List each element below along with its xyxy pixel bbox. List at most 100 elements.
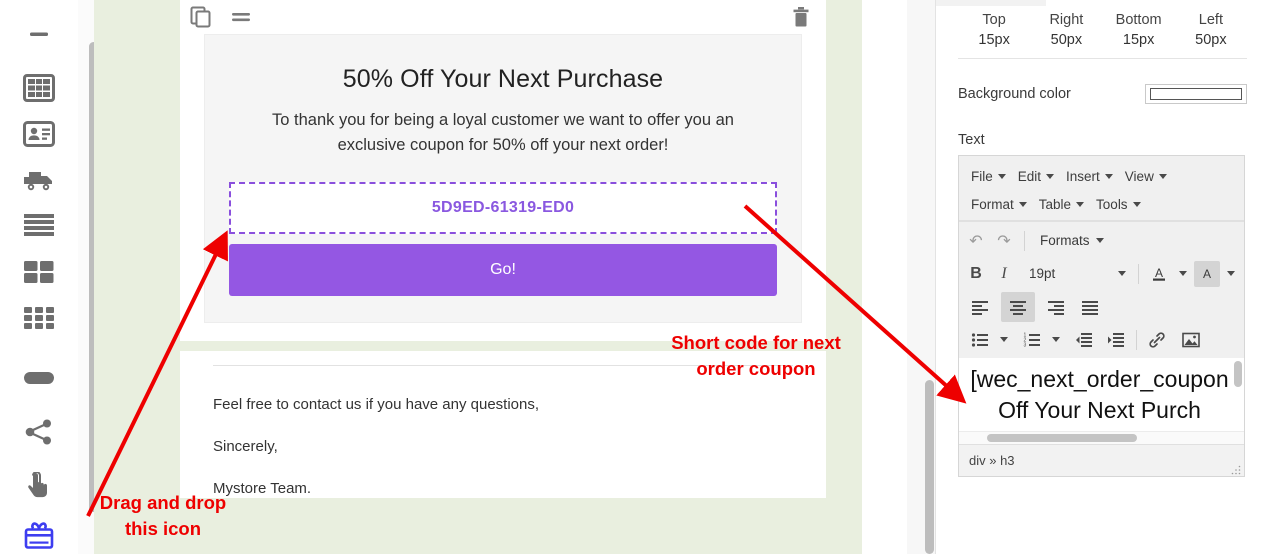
chevron-down-icon <box>1018 201 1027 207</box>
block-palette-sidebar <box>0 0 78 554</box>
chevron-down-icon <box>1076 201 1085 207</box>
editor-menubar-row-1: File Edit Insert View <box>967 162 1240 190</box>
padding-left-value: 50px <box>1195 32 1227 48</box>
editor-menubar: File Edit Insert View Format Table Tools <box>959 156 1244 221</box>
coupon-go-button[interactable]: Go! <box>229 244 777 296</box>
formats-dropdown[interactable]: Formats <box>1032 233 1104 248</box>
toolbar-row-3 <box>963 290 1240 323</box>
grid-four-icon[interactable] <box>19 254 59 290</box>
font-size-dropdown-icon[interactable] <box>1113 261 1131 287</box>
copy-icon[interactable] <box>190 6 212 33</box>
chevron-down-icon <box>1095 238 1104 243</box>
menu-view[interactable]: View <box>1121 167 1175 186</box>
background-color-swatch-inner <box>1150 88 1242 100</box>
menu-format-label: Format <box>971 196 1014 212</box>
padding-top-value: 15px <box>978 32 1010 48</box>
align-right-button[interactable] <box>1043 294 1069 320</box>
resize-grip-icon[interactable] <box>1231 463 1241 475</box>
email-text-block[interactable]: Feel free to contact us if you have any … <box>180 365 826 498</box>
contact-card-icon[interactable] <box>19 116 59 152</box>
menu-tools[interactable]: Tools <box>1092 195 1149 214</box>
menu-table[interactable]: Table <box>1035 195 1092 214</box>
coupon-code-text: 5D9ED-61319-ED0 <box>431 199 575 216</box>
grid-nine-icon[interactable] <box>19 300 59 336</box>
menu-table-label: Table <box>1038 196 1072 212</box>
coupon-gift-card-icon[interactable] <box>19 518 59 554</box>
italic-button[interactable]: I <box>991 261 1017 287</box>
svg-text:A: A <box>1203 267 1211 281</box>
shipping-truck-icon[interactable] <box>19 162 59 198</box>
bullet-list-button[interactable] <box>967 327 993 353</box>
font-size-value[interactable]: 19pt <box>1019 266 1111 281</box>
numbered-list-dropdown-icon[interactable] <box>1047 327 1065 353</box>
chevron-down-icon <box>1046 173 1055 179</box>
editor-vertical-scrollbar[interactable] <box>1234 361 1242 387</box>
padding-left[interactable]: Left 50px <box>1175 10 1247 50</box>
editor-toolbar: ↶ ↷ Formats B I 19pt A A 1 2 3 <box>959 221 1244 358</box>
insert-image-icon[interactable] <box>1178 327 1204 353</box>
editor-element-path[interactable]: div » h3 <box>969 453 1015 468</box>
button-icon[interactable] <box>19 360 59 396</box>
editor-horizontal-scroll-track <box>959 431 1244 444</box>
divider-icon[interactable] <box>19 16 59 52</box>
background-color-swatch[interactable] <box>1145 84 1247 104</box>
page-vertical-scrollbar[interactable] <box>925 380 934 554</box>
menu-edit[interactable]: Edit <box>1014 167 1062 186</box>
editor-content-area[interactable]: [wec_next_order_coupon Off Your Next Pur… <box>959 358 1244 431</box>
padding-left-label: Left <box>1198 12 1223 28</box>
menu-insert[interactable]: Insert <box>1062 167 1121 186</box>
menu-edit-label: Edit <box>1017 168 1042 184</box>
editor-horizontal-scrollbar[interactable] <box>987 434 1137 442</box>
email-builder-screen: 50% Off Your Next Purchase To thank you … <box>0 0 1269 554</box>
numbered-list-button[interactable]: 1 2 3 <box>1019 327 1045 353</box>
align-justify-button[interactable] <box>1077 294 1103 320</box>
trash-icon[interactable] <box>792 6 810 33</box>
bullet-list-dropdown-icon[interactable] <box>995 327 1013 353</box>
background-color-dropdown-icon[interactable] <box>1222 261 1240 287</box>
align-center-button[interactable] <box>1001 291 1035 322</box>
bold-button[interactable]: B <box>963 261 989 287</box>
padding-right-value: 50px <box>1050 32 1083 48</box>
sheet-spacer <box>180 323 826 341</box>
align-left-button[interactable] <box>967 294 993 320</box>
svg-text:3: 3 <box>1024 342 1027 347</box>
settings-panel: Top 15px Right 50px Bottom 15px Left 50p… <box>935 0 1269 554</box>
email-body-line-2: Sincerely, <box>213 438 278 455</box>
share-icon[interactable] <box>19 414 59 450</box>
menu-file[interactable]: File <box>967 167 1014 186</box>
menu-format[interactable]: Format <box>967 195 1035 214</box>
panel-tab-strip <box>936 0 1046 6</box>
coupon-code-box[interactable]: 5D9ED-61319-ED0 <box>229 182 777 234</box>
editor-content-line-1: [wec_next_order_coupon <box>970 366 1229 392</box>
menu-file-label: File <box>971 168 993 184</box>
email-body-line-3: Mystore Team. <box>213 480 312 497</box>
redo-icon[interactable]: ↷ <box>991 228 1017 254</box>
menu-view-label: View <box>1124 168 1154 184</box>
menu-insert-label: Insert <box>1066 168 1100 184</box>
padding-bottom-label: Bottom <box>1115 12 1162 28</box>
background-color-label: Background color <box>958 86 1071 102</box>
text-lines-icon[interactable] <box>19 208 59 244</box>
svg-text:A: A <box>1155 266 1163 280</box>
sheet-block-gap <box>180 341 826 351</box>
text-color-dropdown-icon[interactable] <box>1174 261 1192 287</box>
coupon-subtitle: To thank you for being a loyal customer … <box>272 111 734 154</box>
undo-icon[interactable]: ↶ <box>963 228 989 254</box>
increase-indent-button[interactable] <box>1103 327 1129 353</box>
padding-top[interactable]: Top 15px <box>958 10 1030 50</box>
text-color-button[interactable]: A <box>1146 261 1172 287</box>
chevron-down-icon <box>1104 173 1113 179</box>
padding-bottom[interactable]: Bottom 15px <box>1103 10 1175 50</box>
block-toolbar <box>180 0 826 34</box>
background-color-button[interactable]: A <box>1194 260 1220 287</box>
table-icon[interactable] <box>19 70 59 106</box>
coupon-block[interactable]: 50% Off Your Next Purchase To thank you … <box>204 34 802 323</box>
padding-bottom-value: 15px <box>1122 32 1155 48</box>
decrease-indent-button[interactable] <box>1071 327 1097 353</box>
toolbar-separator <box>1136 329 1137 350</box>
padding-right[interactable]: Right 50px <box>1030 10 1102 50</box>
click-hand-icon[interactable] <box>19 468 59 504</box>
toolbar-row-2: B I 19pt A A <box>963 257 1240 290</box>
insert-link-icon[interactable] <box>1144 327 1170 353</box>
drag-handle-icon[interactable] <box>230 6 252 33</box>
